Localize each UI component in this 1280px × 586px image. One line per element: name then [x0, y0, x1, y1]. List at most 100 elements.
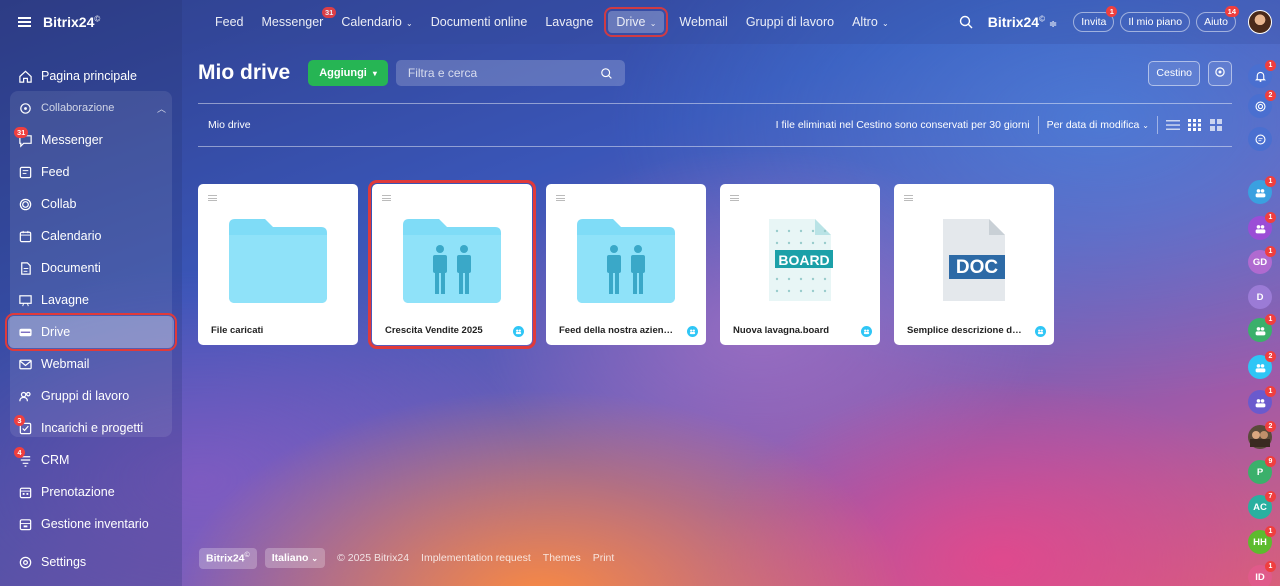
trash-button[interactable]: Cestino [1148, 61, 1200, 86]
drag-handle-icon[interactable] [382, 195, 391, 201]
file-card[interactable]: File caricati [198, 184, 358, 345]
sidebar-item-label: Webmail [41, 357, 90, 371]
sidebar-item-documenti[interactable]: Documenti [0, 252, 182, 284]
nav-webmail[interactable]: Webmail [670, 15, 736, 29]
nav-feed[interactable]: Feed [206, 15, 253, 29]
group-chat-icon [1255, 326, 1265, 335]
footer-brand[interactable]: Bitrix24© [199, 548, 257, 569]
group-chat-icon[interactable]: 1 [1248, 176, 1276, 204]
search-input[interactable] [407, 66, 588, 80]
channel-icon[interactable]: 1 [1248, 212, 1276, 240]
file-card[interactable]: DOC Semplice descrizione del pro... [894, 184, 1054, 345]
sidebar-item-lavagne[interactable]: Lavagne [0, 284, 182, 316]
language-label: Italiano [271, 552, 309, 565]
sort-dropdown[interactable]: Per data di modifica ⌄ [1047, 119, 1149, 131]
drag-handle-icon[interactable] [904, 195, 913, 201]
sidebar-item-incarichi-e-progetti[interactable]: 3 Incarichi e progetti [0, 412, 182, 444]
sidebar-item-crm[interactable]: 4 CRM [0, 444, 182, 476]
add-button[interactable]: Aggiungi ▾ [308, 60, 388, 86]
chat-avatar[interactable]: HH 1 [1248, 526, 1276, 554]
group-chat-icon[interactable]: 1 [1248, 386, 1276, 414]
brand-logo[interactable]: Bitrix24© ≑ [988, 14, 1058, 30]
drag-handle-icon[interactable] [730, 195, 739, 201]
nav-label: Documenti online [430, 15, 528, 29]
avatar-initials: AC [1253, 501, 1267, 513]
sidebar-item-collaborazione[interactable]: Collaborazione ︿ [0, 92, 182, 124]
drag-handle-icon[interactable] [556, 195, 565, 201]
footer-link-print[interactable]: Print [593, 552, 615, 564]
footer-link-implementation[interactable]: Implementation request [421, 552, 531, 564]
sidebar-item-pagina-principale[interactable]: Pagina principale [0, 60, 182, 92]
my-plan-button[interactable]: Il mio piano [1120, 12, 1191, 32]
bell-icon [1254, 71, 1266, 82]
sidebar-item-collab[interactable]: Collab [0, 188, 182, 220]
nav-label: Webmail [679, 15, 728, 29]
nav-messenger[interactable]: Messenger 31 [253, 7, 337, 29]
booking-icon [18, 485, 33, 500]
drag-handle-icon[interactable] [208, 195, 217, 201]
chevron-down-icon: ▾ [372, 68, 377, 78]
chat-icon[interactable]: 2 [1248, 351, 1276, 379]
user-avatar[interactable] [1248, 10, 1272, 34]
small-grid-view-icon[interactable] [1188, 119, 1202, 131]
calendar-icon [18, 229, 33, 244]
sidebar-item-gestione-inventario[interactable]: Gestione inventario [0, 508, 182, 540]
nav-label: Calendario [341, 15, 402, 29]
sidebar-item-label: Collab [41, 197, 77, 211]
search-field[interactable] [395, 60, 625, 86]
file-card[interactable]: Crescita Vendite 2025 [368, 180, 536, 349]
chevron-down-icon: ⌄ [403, 19, 413, 28]
menu-icon[interactable] [18, 17, 31, 27]
sidebar-item-label: Collaborazione [41, 102, 115, 114]
footer: Bitrix24© Italiano ⌄ © 2025 Bitrix24 Imp… [199, 548, 614, 569]
sidebar-item-feed[interactable]: Feed [0, 156, 182, 188]
search-chat-icon[interactable] [1248, 127, 1272, 151]
chat-badge: 1 [1265, 386, 1276, 397]
chat-avatar[interactable]: GD 1 [1248, 246, 1276, 274]
nav-gruppi-di-lavoro[interactable]: Gruppi di lavoro [737, 15, 843, 29]
avatar-initials: D [1256, 291, 1264, 303]
channel-icon [1255, 224, 1265, 233]
sidebar-item-messenger[interactable]: 31 Messenger [0, 124, 182, 156]
chat-avatar[interactable]: ID 1 [1248, 561, 1276, 586]
sidebar-item-label: Gestione inventario [41, 517, 149, 531]
nav-altro[interactable]: Altro ⌄ [843, 15, 898, 29]
nav-documenti-online[interactable]: Documenti online [422, 15, 537, 29]
logo-mark: © [94, 14, 101, 24]
settings-button[interactable] [1208, 61, 1232, 86]
large-grid-view-icon[interactable] [1210, 119, 1222, 131]
sidebar-item-prenotazione[interactable]: Prenotazione [0, 476, 182, 508]
copilot-icon[interactable]: 2 [1248, 90, 1276, 118]
sidebar-item-calendario[interactable]: Calendario [0, 220, 182, 252]
chat-icon [1255, 363, 1265, 372]
sidebar-item-settings[interactable]: Settings [0, 546, 86, 578]
nav-drive[interactable]: Drive ⌄ [604, 7, 669, 37]
bell-icon[interactable]: 1 [1248, 60, 1276, 88]
nav-label: Drive [616, 15, 646, 29]
logo[interactable]: Bitrix24© [43, 14, 100, 30]
list-view-icon[interactable] [1166, 119, 1180, 131]
chat-avatar[interactable]: AC 7 [1248, 491, 1276, 519]
top-bar-right: Bitrix24© ≑ Invita 1 Il mio piano Aiuto 14 [958, 0, 1280, 44]
search-icon[interactable] [600, 67, 613, 80]
group-chat-icon[interactable]: 1 [1248, 314, 1276, 342]
search-icon[interactable] [958, 14, 974, 30]
footer-link-themes[interactable]: Themes [543, 552, 581, 564]
breadcrumb[interactable]: Mio drive [208, 119, 251, 131]
invite-button[interactable]: Invita 1 [1073, 6, 1118, 32]
chat-avatar[interactable]: P9 [1248, 456, 1276, 484]
sidebar-item-gruppi-di-lavoro[interactable]: Gruppi di lavoro [0, 380, 182, 412]
chat-avatar[interactable]: D [1248, 285, 1272, 309]
file-name: Semplice descrizione del pro... [907, 325, 1025, 336]
sidebar-item-drive[interactable]: Drive [5, 313, 177, 351]
sidebar-item-webmail[interactable]: Webmail [0, 348, 182, 380]
nav-lavagne[interactable]: Lavagne [536, 15, 602, 29]
file-card[interactable]: Feed della nostra azienda_ [546, 184, 706, 345]
language-selector[interactable]: Italiano ⌄ [264, 548, 326, 569]
view-switcher [1166, 119, 1222, 131]
help-button[interactable]: Aiuto 14 [1196, 6, 1239, 32]
file-card[interactable]: BOARD Nuova lavagna.board [720, 184, 880, 345]
photo-avatar[interactable]: 2 [1248, 421, 1276, 449]
nav-calendario[interactable]: Calendario ⌄ [332, 15, 421, 29]
chevron-up-icon[interactable]: ︿ [157, 102, 166, 115]
